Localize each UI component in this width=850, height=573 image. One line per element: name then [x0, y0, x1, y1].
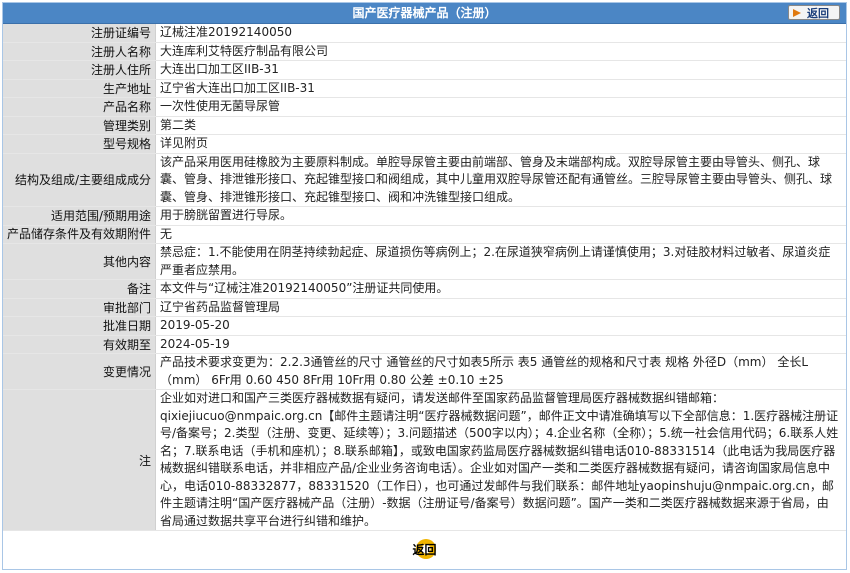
title-bar: 国产医疗器械产品（注册） 返回 — [3, 3, 846, 24]
field-value: 2024-05-19 — [155, 335, 846, 354]
row-approval-date: 批准日期 2019-05-20 — [3, 316, 846, 336]
footer: 返回 — [3, 531, 846, 563]
field-value: 一次性使用无菌导尿管 — [155, 97, 846, 117]
field-label: 产品名称 — [3, 97, 156, 117]
field-label: 审批部门 — [3, 298, 156, 317]
back-button-top[interactable]: 返回 — [788, 5, 840, 20]
row-changes: 变更情况 产品技术要求变更为：2.2.3通管丝的尺寸 通管丝的尺寸如表5所示 表… — [3, 353, 846, 390]
row-management-class: 管理类别 第二类 — [3, 116, 846, 135]
field-value: 该产品采用医用硅橡胶为主要原料制成。单腔导尿管主要由前端部、管身及末端部构成。双… — [155, 153, 846, 207]
detail-panel: 国产医疗器械产品（注册） 返回 注册证编号 辽械注准20192140050 注册… — [2, 2, 847, 570]
field-label: 注 — [3, 389, 156, 531]
field-value: 辽械注准20192140050 — [155, 24, 846, 43]
field-value: 无 — [155, 225, 846, 244]
row-intended-use: 适用范围/预期用途 用于膀胱留置进行导尿。 — [3, 206, 846, 226]
back-button-bottom[interactable]: 返回 — [402, 539, 448, 559]
field-value: 本文件与“辽械注准20192140050”注册证共同使用。 — [155, 279, 846, 299]
field-label: 注册人住所 — [3, 60, 156, 80]
field-value: 用于膀胱留置进行导尿。 — [155, 206, 846, 226]
row-production-address: 生产地址 辽宁省大连出口加工区IIB-31 — [3, 79, 846, 98]
back-button-bottom-label: 返回 — [412, 543, 437, 557]
field-value: 产品技术要求变更为：2.2.3通管丝的尺寸 通管丝的尺寸如表5所示 表5 通管丝… — [155, 353, 846, 390]
field-label: 型号规格 — [3, 134, 156, 154]
field-value: 详见附页 — [155, 134, 846, 154]
field-label: 管理类别 — [3, 116, 156, 135]
row-storage: 产品储存条件及有效期附件 无 — [3, 225, 846, 244]
row-product-name: 产品名称 一次性使用无菌导尿管 — [3, 97, 846, 117]
field-label: 注册证编号 — [3, 24, 156, 43]
field-label: 批准日期 — [3, 316, 156, 336]
field-value: 第二类 — [155, 116, 846, 135]
row-reg-no: 注册证编号 辽械注准20192140050 — [3, 24, 846, 43]
field-value: 大连库利艾特医疗制品有限公司 — [155, 42, 846, 61]
field-label: 变更情况 — [3, 353, 156, 390]
detail-table: 注册证编号 辽械注准20192140050 注册人名称 大连库利艾特医疗制品有限… — [3, 24, 846, 531]
back-button-top-label: 返回 — [807, 7, 829, 20]
row-note: 注 企业如对进口和国产三类医疗器械数据有疑问，请发送邮件至国家药品监督管理局医疗… — [3, 389, 846, 531]
row-valid-until: 有效期至 2024-05-19 — [3, 335, 846, 354]
field-value: 企业如对进口和国产三类医疗器械数据有疑问，请发送邮件至国家药品监督管理局医疗器械… — [155, 389, 846, 531]
field-label: 注册人名称 — [3, 42, 156, 61]
row-other: 其他内容 禁忌症：1.不能使用在阴茎持续勃起症、尿道损伤等病例上；2.在尿道狭窄… — [3, 243, 846, 280]
field-value: 辽宁省大连出口加工区IIB-31 — [155, 79, 846, 98]
field-label: 生产地址 — [3, 79, 156, 98]
field-label: 其他内容 — [3, 243, 156, 280]
field-label: 产品储存条件及有效期附件 — [3, 225, 156, 244]
field-value: 大连出口加工区IIB-31 — [155, 60, 846, 80]
arrow-right-icon — [793, 9, 801, 17]
row-model-spec: 型号规格 详见附页 — [3, 134, 846, 154]
field-value: 辽宁省药品监督管理局 — [155, 298, 846, 317]
row-registrant-name: 注册人名称 大连库利艾特医疗制品有限公司 — [3, 42, 846, 61]
page-title: 国产医疗器械产品（注册） — [352, 6, 497, 20]
row-structure: 结构及组成/主要组成成分 该产品采用医用硅橡胶为主要原料制成。单腔导尿管主要由前… — [3, 153, 846, 207]
row-approval-dept: 审批部门 辽宁省药品监督管理局 — [3, 298, 846, 317]
field-value: 禁忌症：1.不能使用在阴茎持续勃起症、尿道损伤等病例上；2.在尿道狭窄病例上请谨… — [155, 243, 846, 280]
field-label: 结构及组成/主要组成成分 — [3, 153, 156, 207]
row-registrant-address: 注册人住所 大连出口加工区IIB-31 — [3, 60, 846, 80]
field-value: 2019-05-20 — [155, 316, 846, 336]
field-label: 有效期至 — [3, 335, 156, 354]
field-label: 备注 — [3, 279, 156, 299]
field-label: 适用范围/预期用途 — [3, 206, 156, 226]
row-remark: 备注 本文件与“辽械注准20192140050”注册证共同使用。 — [3, 279, 846, 299]
